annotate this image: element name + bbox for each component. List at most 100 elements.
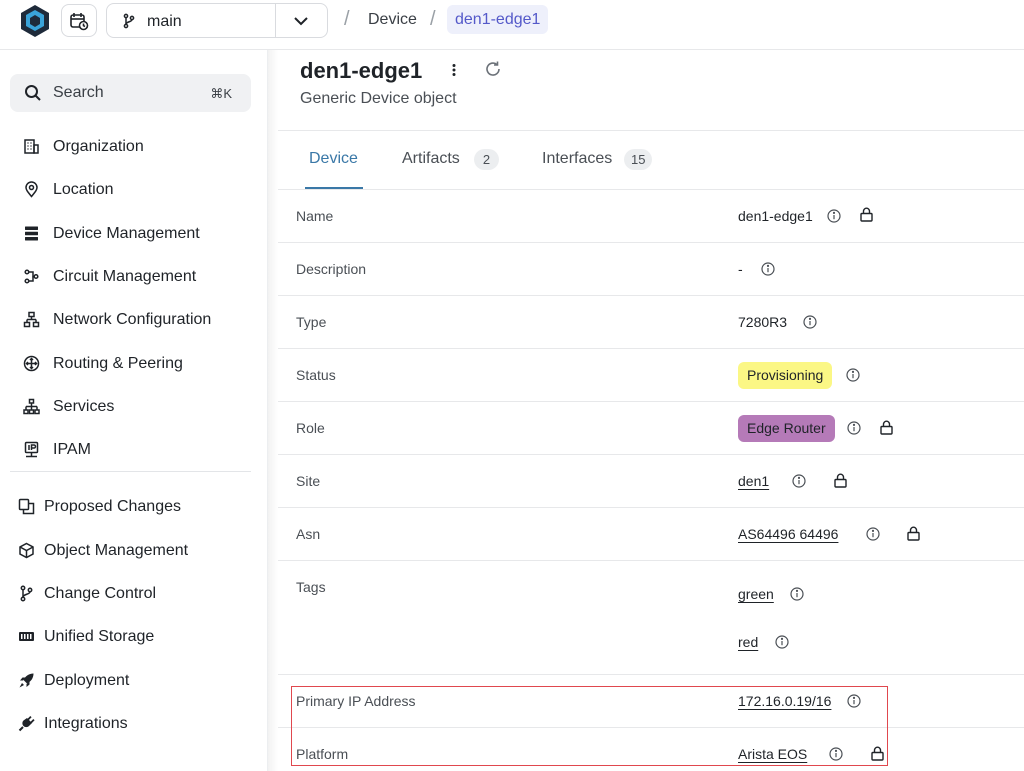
branch-icon — [20, 585, 33, 602]
sidebar-item-proposed-changes[interactable]: Proposed Changes — [0, 489, 268, 525]
tab-interfaces[interactable]: Interfaces — [542, 150, 612, 168]
site-link[interactable]: den1 — [738, 473, 769, 489]
sidebar-item-deployment[interactable]: Deployment — [0, 663, 268, 699]
search-icon — [25, 85, 41, 101]
page-title: den1-edge1 — [300, 58, 423, 83]
breadcrumb-device[interactable]: Device — [368, 11, 417, 29]
sidebar-item-device-management[interactable]: Device Management — [0, 216, 268, 252]
git-branch-icon — [123, 13, 135, 29]
lock-icon — [907, 526, 920, 541]
tab-device[interactable]: Device — [309, 150, 358, 168]
refresh-icon[interactable] — [484, 60, 502, 78]
field-label: Role — [296, 420, 325, 436]
info-icon[interactable] — [792, 474, 806, 488]
primary-ip-link[interactable]: 172.16.0.19/16 — [738, 693, 831, 709]
lock-icon — [834, 473, 847, 488]
sidebar-item-services[interactable]: Services — [0, 389, 268, 425]
breadcrumb-separator: / — [430, 8, 436, 30]
field-label: Type — [296, 314, 327, 330]
tab-artifacts[interactable]: Artifacts — [402, 150, 460, 168]
lock-icon — [871, 746, 884, 761]
circuit-icon — [24, 269, 39, 284]
tag-link-red[interactable]: red — [738, 634, 758, 650]
sidebar-item-change-control[interactable]: Change Control — [0, 576, 268, 612]
sidebar-item-label: Circuit Management — [53, 268, 197, 285]
field-row-status: Status Provisioning — [278, 349, 1024, 402]
field-value: - — [738, 261, 743, 277]
sidebar-divider — [10, 471, 251, 472]
ipam-icon — [24, 441, 39, 458]
network-icon — [23, 311, 40, 328]
info-icon[interactable] — [775, 635, 789, 649]
plug-icon — [18, 716, 35, 732]
sitemap-icon — [23, 398, 40, 415]
chevron-down-icon[interactable] — [293, 14, 309, 28]
sidebar-item-label: Location — [53, 181, 114, 198]
sidebar-item-label: Change Control — [44, 585, 157, 602]
top-bar: main / Device / den1-edge1 — [0, 0, 1024, 50]
sidebar: Search ⌘K Organization Location Device M… — [0, 50, 268, 771]
sidebar-item-ipam[interactable]: IPAM — [0, 432, 268, 468]
sidebar-item-integrations[interactable]: Integrations — [0, 706, 268, 742]
rocket-icon — [19, 673, 34, 688]
sidebar-item-location[interactable]: Location — [0, 172, 268, 208]
info-icon[interactable] — [847, 421, 861, 435]
sidebar-item-unified-storage[interactable]: Unified Storage — [0, 619, 268, 655]
field-row-role: Role Edge Router — [278, 402, 1024, 455]
sidebar-item-label: Unified Storage — [44, 628, 155, 645]
page-subtitle: Generic Device object — [300, 90, 457, 107]
breadcrumb-separator: / — [344, 8, 350, 30]
sidebar-item-network-configuration[interactable]: Network Configuration — [0, 302, 268, 338]
app-logo-icon[interactable] — [17, 4, 53, 38]
search-label: Search — [53, 84, 104, 101]
info-icon[interactable] — [866, 527, 880, 541]
info-icon[interactable] — [803, 315, 817, 329]
field-value: den1-edge1 — [738, 208, 813, 224]
field-row-description: Description - — [278, 243, 1024, 296]
field-row-site: Site den1 — [278, 455, 1024, 508]
info-icon[interactable] — [827, 209, 841, 223]
field-label: Tags — [296, 579, 326, 595]
info-icon[interactable] — [761, 262, 775, 276]
sidebar-item-routing-peering[interactable]: Routing & Peering — [0, 346, 268, 382]
lock-icon — [880, 420, 893, 435]
map-pin-icon — [25, 181, 38, 198]
sidebar-item-label: Proposed Changes — [44, 498, 181, 515]
sidebar-item-object-management[interactable]: Object Management — [0, 533, 268, 569]
sidebar-item-label: Deployment — [44, 672, 130, 689]
info-icon[interactable] — [847, 694, 861, 708]
field-label: Status — [296, 367, 336, 383]
field-value: 7280R3 — [738, 314, 788, 330]
field-label: Description — [296, 261, 367, 277]
tag-link-green[interactable]: green — [738, 586, 774, 602]
building-icon — [24, 139, 39, 154]
field-row-primary-ip: Primary IP Address 172.16.0.19/16 — [278, 675, 1024, 728]
search-button[interactable]: Search ⌘K — [10, 74, 251, 112]
status-badge: Provisioning — [738, 362, 833, 389]
field-label: Platform — [296, 746, 349, 762]
more-options-icon[interactable] — [448, 62, 460, 78]
sidebar-item-label: Services — [53, 398, 115, 415]
platform-link[interactable]: Arista EOS — [738, 746, 807, 762]
lock-icon — [860, 207, 873, 222]
role-badge: Edge Router — [738, 415, 835, 442]
sidebar-item-label: Device Management — [53, 225, 200, 242]
object-detail-panel: den1-edge1 Generic Device object Device … — [278, 50, 1024, 771]
interfaces-count-badge: 15 — [624, 149, 653, 170]
info-icon[interactable] — [790, 587, 804, 601]
info-icon[interactable] — [846, 368, 860, 382]
asn-link[interactable]: AS64496 64496 — [738, 526, 838, 542]
breadcrumb-current[interactable]: den1-edge1 — [447, 5, 549, 34]
field-label: Site — [296, 473, 321, 489]
sidebar-item-organization[interactable]: Organization — [0, 129, 268, 165]
field-row-name: Name den1-edge1 — [278, 190, 1024, 243]
sidebar-item-label: Network Configuration — [53, 311, 212, 328]
sidebar-item-circuit-management[interactable]: Circuit Management — [0, 259, 268, 295]
branch-selector[interactable]: main — [106, 3, 328, 38]
info-icon[interactable] — [829, 747, 843, 761]
schedule-button[interactable] — [61, 4, 97, 37]
header-divider — [278, 130, 1024, 131]
field-row-tags: Tags green red — [278, 561, 1024, 675]
search-shortcut: ⌘K — [210, 86, 232, 101]
field-label: Primary IP Address — [296, 693, 416, 709]
